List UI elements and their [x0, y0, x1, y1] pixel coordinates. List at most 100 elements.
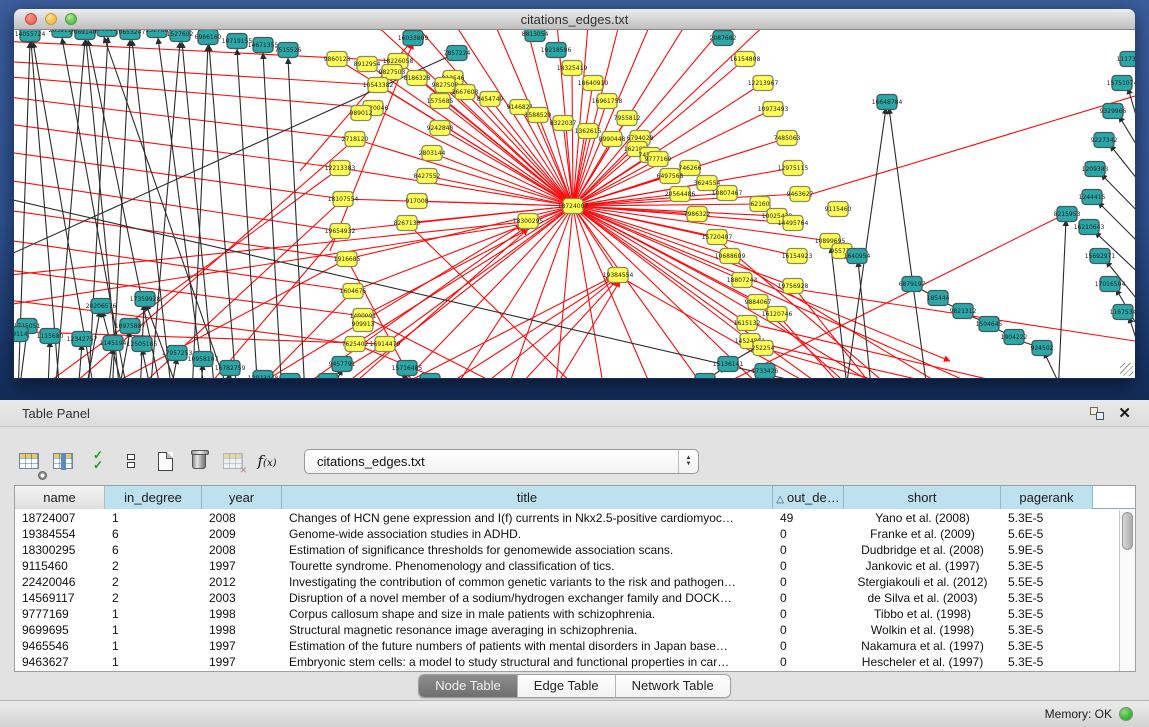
graph-edge[interactable]: [182, 42, 215, 378]
graph-edge[interactable]: [573, 83, 593, 206]
graph-node[interactable]: 16154923: [782, 249, 813, 264]
tab-edge-table[interactable]: Edge Table: [518, 675, 616, 697]
graph-node[interactable]: 9227342: [1091, 133, 1118, 148]
graph-node[interactable]: 7986322: [684, 207, 711, 222]
select-spinner-icon[interactable]: ▲▼: [678, 450, 698, 473]
column-header-in_degree[interactable]: in_degree: [105, 486, 202, 509]
graph-node[interactable]: 535353: [419, 374, 442, 379]
graph-node[interactable]: 2087682: [710, 31, 737, 46]
table-cell[interactable]: Disruption of a novel member of a sodium…: [282, 590, 773, 606]
table-cell[interactable]: 0: [773, 606, 844, 622]
graph-edge[interactable]: [440, 128, 573, 206]
graph-edge[interactable]: [573, 206, 777, 216]
table-cell[interactable]: Jankovic et al. (1997): [844, 558, 1001, 574]
graph-node[interactable]: 12975115: [778, 161, 809, 176]
graph-edge[interactable]: [550, 281, 620, 378]
table-cell[interactable]: 2: [105, 574, 202, 590]
table-cell[interactable]: 2: [105, 558, 202, 574]
graph-node[interactable]: 18107554: [328, 192, 359, 207]
graph-node[interactable]: 12213967: [748, 76, 779, 91]
graph-edge[interactable]: [510, 280, 617, 378]
graph-node[interactable]: 1117304: [1117, 52, 1135, 67]
table-cell[interactable]: Structural magnetic resonance image aver…: [282, 622, 773, 638]
table-cell[interactable]: 18724007: [15, 510, 105, 526]
graph-node[interactable]: 7857224: [444, 46, 471, 61]
table-cell[interactable]: Franke et al. (2009): [844, 526, 1001, 542]
graph-node[interactable]: 2803144: [419, 146, 446, 161]
table-cell[interactable]: 18300295: [15, 542, 105, 558]
table-cell[interactable]: 1: [105, 606, 202, 622]
graph-edge[interactable]: [505, 206, 573, 378]
table-cell[interactable]: 1: [105, 510, 202, 526]
table-cell[interactable]: 2008: [202, 542, 282, 558]
table-cell[interactable]: 5.9E-5: [1001, 542, 1093, 558]
graph-node[interactable]: 15751074: [1107, 76, 1135, 91]
graph-edge[interactable]: [573, 206, 747, 323]
graph-edge[interactable]: [33, 42, 95, 378]
graph-node[interactable]: 1604675: [340, 284, 367, 299]
graph-edge[interactable]: [1119, 116, 1135, 159]
table-cell[interactable]: Genome-wide association studies in ADHD.: [282, 526, 773, 542]
graph-edge[interactable]: [831, 247, 848, 378]
graph-node[interactable]: 1115680: [37, 329, 64, 344]
graph-node[interactable]: 8322037: [550, 116, 577, 131]
table-cell[interactable]: Corpus callosum shape and size in male p…: [282, 606, 773, 622]
graph-node[interactable]: 62160: [750, 197, 770, 212]
column-header-title[interactable]: title: [282, 486, 773, 509]
graph-node[interactable]: 1916685: [334, 252, 361, 267]
graph-node[interactable]: 9457791: [329, 357, 356, 372]
table-cell[interactable]: 1997: [202, 558, 282, 574]
table-cell[interactable]: Investigating the contribution of common…: [282, 574, 773, 590]
row-height-icon[interactable]: [116, 446, 146, 476]
table-cell[interactable]: 5.3E-5: [1001, 590, 1093, 606]
graph-node[interactable]: 917008: [406, 194, 429, 209]
graph-edge[interactable]: [355, 206, 573, 344]
table-cell[interactable]: 0: [773, 542, 844, 558]
graph-edge[interactable]: [430, 278, 614, 378]
table-cell[interactable]: 0: [773, 526, 844, 542]
graph-node[interactable]: 7955812: [614, 111, 641, 126]
graph-node[interactable]: 8427552: [414, 169, 441, 184]
table-cell[interactable]: 0: [773, 590, 844, 606]
graph-node[interactable]: 8813054: [522, 30, 549, 42]
graph-node[interactable]: 16648784: [872, 95, 903, 110]
table-cell[interactable]: de Silva et al. (2003): [844, 590, 1001, 606]
graph-node[interactable]: 1362615: [575, 124, 602, 139]
graph-edge[interactable]: [858, 261, 872, 378]
graph-node[interactable]: 19654932: [325, 224, 356, 239]
show-column-icon[interactable]: [48, 446, 78, 476]
graph-node[interactable]: 989012: [350, 106, 373, 121]
graph-node[interactable]: 909913: [352, 317, 375, 332]
table-cell[interactable]: 49: [773, 510, 844, 526]
graph-node[interactable]: 1527602: [167, 30, 194, 42]
graph-node[interactable]: 9821312: [950, 304, 977, 319]
graph-edge[interactable]: [1058, 220, 1066, 378]
table-cell[interactable]: 9699695: [15, 622, 105, 638]
graph-node[interactable]: 1588520: [525, 108, 552, 123]
table-cell[interactable]: Wolkin et al. (1998): [844, 622, 1001, 638]
graph-node[interactable]: 9242848: [427, 121, 454, 136]
graph-node[interactable]: 16210643: [1074, 220, 1105, 235]
graph-node[interactable]: 804501: [317, 374, 340, 379]
graph-edge[interactable]: [263, 53, 282, 378]
table-cell[interactable]: Hescheler et al. (1997): [844, 654, 1001, 670]
graph-node[interactable]: 9777169: [645, 152, 672, 167]
graph-edge[interactable]: [390, 206, 573, 378]
table-cell[interactable]: 1997: [202, 638, 282, 654]
graph-edge[interactable]: [48, 341, 50, 378]
graph-node[interactable]: 1575685: [427, 94, 454, 109]
graph-node[interactable]: 152760: [146, 30, 169, 38]
table-cell[interactable]: 6: [105, 542, 202, 558]
graph-node[interactable]: 944502: [279, 374, 302, 379]
graph-edge[interactable]: [78, 344, 82, 378]
graph-edge[interactable]: [1129, 317, 1135, 366]
select-columns-icon[interactable]: ✓✓: [82, 446, 112, 476]
graph-node[interactable]: 7625402: [342, 337, 369, 352]
graph-node[interactable]: 1167534: [1110, 305, 1135, 320]
close-panel-icon[interactable]: ✕: [1118, 406, 1131, 421]
graph-edge[interactable]: [355, 139, 573, 206]
table-cell[interactable]: 1: [105, 638, 202, 654]
table-cell[interactable]: Yano et al. (2008): [844, 510, 1001, 526]
table-cell[interactable]: 9115460: [15, 558, 105, 574]
table-row[interactable]: 946554611997Estimation of the future num…: [15, 638, 1119, 654]
